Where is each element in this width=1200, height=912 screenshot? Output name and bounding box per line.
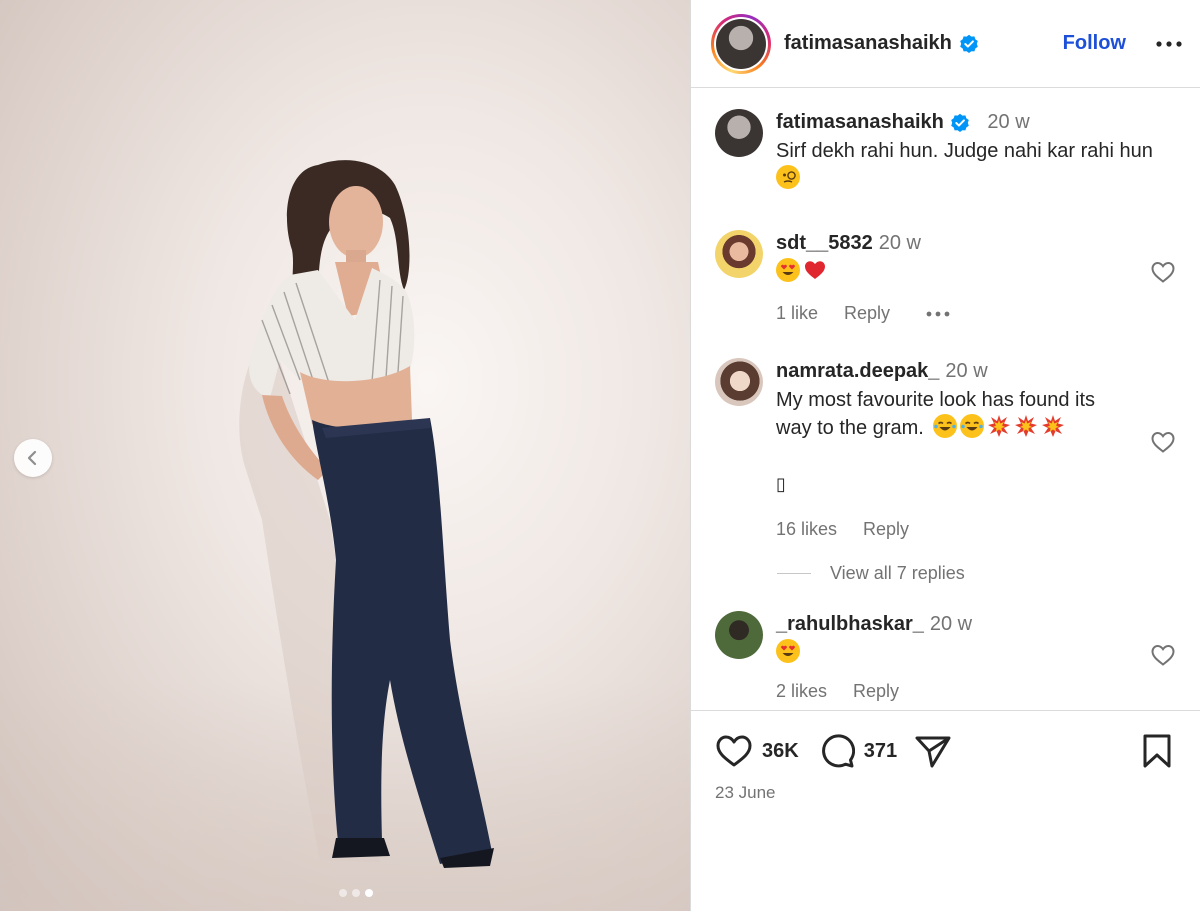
comments-count[interactable]: 371 xyxy=(864,740,897,763)
caption-text-content: Sirf dekh rahi hun. Judge nahi kar rahi … xyxy=(776,140,1153,162)
comment-item: namrata.deepak_ 20 w My most favourite lo… xyxy=(715,358,1184,540)
action-bar: 36K 371 xyxy=(715,733,1176,769)
post-actions: 36K 371 23 June xyxy=(691,710,1200,912)
comment-item: sdt__5832 20 w 1 like Reply xyxy=(715,230,1184,324)
tears-of-joy-emoji xyxy=(960,414,985,438)
comment-timestamp[interactable]: 20 w xyxy=(930,613,972,635)
bookmark-icon xyxy=(1143,734,1171,768)
post-side-panel: fatimasanashaikh Follow fatimasanashaikh… xyxy=(690,0,1200,911)
carousel-indicator xyxy=(0,889,690,897)
instagram-post-view: fatimasanashaikh Follow fatimasanashaikh… xyxy=(0,0,1200,911)
caption-text: Sirf dekh rahi hun. Judge nahi kar rahi … xyxy=(776,137,1184,193)
heart-icon xyxy=(716,735,752,767)
carousel-dot-active xyxy=(365,889,373,897)
comment-text xyxy=(776,258,1184,286)
post-header: fatimasanashaikh Follow xyxy=(691,0,1200,88)
like-comment-heart-icon[interactable] xyxy=(1150,260,1176,284)
post-date[interactable]: 23 June xyxy=(715,783,776,803)
heart-eyes-emoji xyxy=(776,258,800,282)
heart-eyes-emoji xyxy=(776,639,800,663)
like-comment-heart-icon[interactable] xyxy=(1150,430,1176,454)
send-paper-plane-icon xyxy=(915,736,951,768)
commenter-avatar[interactable] xyxy=(715,230,763,278)
commenter-avatar[interactable] xyxy=(715,611,763,659)
more-options-icon[interactable] xyxy=(1156,40,1182,47)
previous-image-button[interactable] xyxy=(14,439,52,477)
reply-button[interactable]: Reply xyxy=(863,519,909,540)
reply-button[interactable]: Reply xyxy=(844,303,890,324)
comment-button[interactable]: 371 xyxy=(819,733,897,769)
commenter-username[interactable]: _rahulbhaskar_ xyxy=(776,613,924,635)
commenter-username[interactable]: namrata.deepak_ xyxy=(776,360,939,382)
carousel-dot xyxy=(339,889,347,897)
comment-text-line2: way to the gram. xyxy=(776,417,924,439)
replies-divider-line xyxy=(777,573,811,574)
comment-likes[interactable]: 1 like xyxy=(776,303,818,324)
view-replies-button[interactable]: View all 7 replies xyxy=(777,563,965,584)
like-button[interactable]: 36K xyxy=(715,734,799,768)
monocle-face-emoji xyxy=(776,165,800,189)
tears-of-joy-emoji xyxy=(933,414,958,438)
comment-bubble-icon xyxy=(821,734,855,768)
caption-avatar[interactable] xyxy=(715,109,763,157)
likes-count[interactable]: 36K xyxy=(762,740,799,763)
view-replies-label[interactable]: View all 7 replies xyxy=(830,563,965,584)
comment-meta: 2 likes Reply xyxy=(776,681,1184,702)
author-avatar[interactable] xyxy=(716,18,766,69)
comment-extra-glyph: ▯ xyxy=(776,474,786,495)
author-username[interactable]: fatimasanashaikh xyxy=(784,32,952,55)
chevron-left-icon xyxy=(27,450,37,466)
reply-button[interactable]: Reply xyxy=(853,681,899,702)
comment-meta: 16 likes Reply xyxy=(776,519,1184,540)
story-ring[interactable] xyxy=(711,13,771,74)
carousel-dot xyxy=(352,889,360,897)
caption: fatimasanashaikh 20 w Sirf dekh rahi hun… xyxy=(715,109,1184,193)
comment-more-icon[interactable] xyxy=(926,311,950,317)
commenter-username[interactable]: sdt__5832 xyxy=(776,232,873,254)
comment-text-line1: My most favourite look has found its xyxy=(776,389,1096,411)
comments-list[interactable]: fatimasanashaikh 20 w Sirf dekh rahi hun… xyxy=(691,88,1200,710)
collision-emoji xyxy=(987,414,1011,438)
model-figure xyxy=(239,160,494,868)
comment-text xyxy=(776,639,1184,667)
comment-likes[interactable]: 16 likes xyxy=(776,519,837,540)
comment-likes[interactable]: 2 likes xyxy=(776,681,827,702)
collision-emoji xyxy=(1041,414,1065,438)
caption-username[interactable]: fatimasanashaikh xyxy=(776,111,944,133)
comment-meta: 1 like Reply xyxy=(776,303,1184,324)
commenter-avatar[interactable] xyxy=(715,358,763,406)
save-button[interactable] xyxy=(1142,733,1172,769)
comment-text: My most favourite look has found its way… xyxy=(776,386,1184,499)
comment-timestamp[interactable]: 20 w xyxy=(945,360,987,382)
verified-badge-icon xyxy=(950,113,970,133)
comment-item: _rahulbhaskar_ 20 w 2 likes Reply xyxy=(715,611,1184,702)
caption-timestamp[interactable]: 20 w xyxy=(987,111,1029,133)
red-heart-emoji xyxy=(803,258,827,282)
comment-timestamp[interactable]: 20 w xyxy=(879,232,921,254)
follow-button[interactable]: Follow xyxy=(1063,32,1126,55)
share-button[interactable] xyxy=(915,734,951,768)
post-photo[interactable] xyxy=(0,0,690,911)
like-comment-heart-icon[interactable] xyxy=(1150,643,1176,667)
verified-badge-icon xyxy=(959,34,979,54)
collision-emoji xyxy=(1014,414,1038,438)
